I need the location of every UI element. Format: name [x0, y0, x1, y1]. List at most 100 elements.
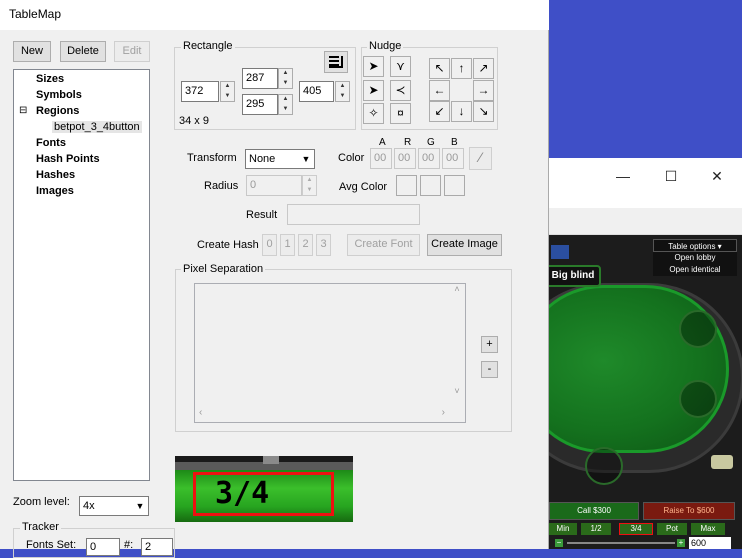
channel-a-label: A — [379, 137, 386, 148]
shrink-all-button[interactable]: ¤ — [390, 103, 411, 124]
radius-label: Radius — [204, 180, 239, 192]
expand-all-button[interactable]: ✧ — [363, 103, 384, 124]
eyedropper-icon[interactable]: ⁄ — [469, 147, 492, 170]
pixel-sep-minus-button[interactable]: - — [481, 361, 498, 378]
rect-right-field[interactable]: 405 — [299, 81, 334, 102]
nudge-down-button[interactable]: ↓ — [451, 101, 472, 122]
open-identical-link[interactable]: Open identical — [653, 264, 737, 276]
create-hash-0-button[interactable]: 0 — [262, 234, 277, 256]
radius-field[interactable]: 0 — [246, 175, 302, 196]
call-button[interactable]: Call $300 — [549, 502, 639, 520]
rectangle-label: Rectangle — [181, 40, 235, 52]
tree-item-images[interactable]: Images — [36, 185, 74, 197]
horizontal-scrollbar[interactable]: ‹ › — [195, 406, 449, 422]
tree-item-regions[interactable]: Regions — [36, 105, 79, 117]
delete-button[interactable]: Delete — [60, 41, 106, 62]
edit-button[interactable]: Edit — [114, 41, 150, 62]
grab-rect-button[interactable] — [324, 51, 348, 73]
seat[interactable] — [679, 310, 717, 348]
create-font-button[interactable]: Create Font — [347, 234, 420, 256]
expand-up-button[interactable]: ➤ — [363, 56, 384, 77]
bet-max-button[interactable]: Max — [691, 523, 725, 535]
shrink-left-button[interactable]: ≺ — [390, 80, 411, 101]
tree-item-sizes[interactable]: Sizes — [36, 73, 64, 85]
raise-button[interactable]: Raise To $600 — [643, 502, 735, 520]
nudge-right-button[interactable]: → — [473, 80, 494, 101]
bet-slider[interactable] — [567, 542, 675, 544]
rect-top-field[interactable]: 287 — [242, 68, 278, 89]
tree-item-fonts[interactable]: Fonts — [36, 137, 66, 149]
expand-right-button[interactable]: ➤ — [363, 80, 384, 101]
increase-icon[interactable]: + — [677, 539, 685, 547]
new-button[interactable]: New — [13, 41, 51, 62]
seat[interactable] — [679, 380, 717, 418]
transform-label: Transform — [187, 152, 237, 164]
chevron-right-icon: › — [441, 407, 445, 418]
bet-pot-button[interactable]: Pot — [657, 523, 687, 535]
create-hash-1-button[interactable]: 1 — [280, 234, 295, 256]
radius-spinner[interactable]: ▲ ▼ — [302, 175, 317, 196]
minimize-button[interactable]: — — [611, 166, 635, 186]
zoom-preview: 3/4 — [175, 456, 353, 522]
nudge-down-left-button[interactable]: ↙ — [429, 101, 450, 122]
vertical-scrollbar[interactable]: ˄ ˅ — [449, 284, 465, 406]
color-r-field[interactable]: 00 — [394, 148, 416, 169]
transform-value: None — [249, 153, 276, 165]
avg-color-swatch — [444, 175, 465, 196]
collapse-icon[interactable]: ⊟ — [19, 105, 27, 116]
chevron-up-icon: ˄ — [454, 284, 460, 294]
rect-top-spinner[interactable]: ▲ ▼ — [278, 68, 293, 89]
region-tree[interactable]: Sizes Symbols ⊟ Regions betpot_3_4button… — [13, 69, 150, 481]
seat[interactable] — [585, 447, 623, 485]
chevron-down-icon: ▼ — [301, 154, 311, 164]
rect-left-spinner[interactable]: ▲ ▼ — [220, 81, 235, 102]
maximize-button[interactable]: ☐ — [659, 166, 683, 186]
channel-b-label: B — [451, 137, 458, 148]
bet-half-button[interactable]: 1/2 — [581, 523, 611, 535]
title-bar: TableMap — [0, 0, 549, 30]
rect-bottom-field[interactable]: 295 — [242, 94, 278, 115]
rect-size-text: 34 x 9 — [179, 115, 209, 127]
nudge-down-right-button[interactable]: ↘ — [473, 101, 494, 122]
pixel-separation-box[interactable]: ˄ ˅ ‹ › — [194, 283, 466, 423]
transform-select[interactable]: None ▼ — [245, 149, 315, 169]
create-image-button[interactable]: Create Image — [427, 234, 502, 256]
open-lobby-link[interactable]: Open lobby — [653, 252, 737, 264]
color-g-field[interactable]: 00 — [418, 148, 440, 169]
chevron-left-icon: ‹ — [199, 407, 203, 418]
pixel-sep-plus-button[interactable]: + — [481, 336, 498, 353]
close-button[interactable]: ✕ — [705, 166, 729, 186]
nudge-up-left-button[interactable]: ↖ — [429, 58, 450, 79]
zoom-select[interactable]: 4x ▼ — [79, 496, 149, 516]
decrease-icon[interactable]: − — [555, 539, 563, 547]
avg-color-swatch — [396, 175, 417, 196]
tree-item-hash-points[interactable]: Hash Points — [36, 153, 100, 165]
nudge-left-button[interactable]: ← — [429, 80, 450, 101]
nudge-up-right-button[interactable]: ↗ — [473, 58, 494, 79]
preview-text: 3/4 — [215, 476, 270, 511]
tracker-label: Tracker — [20, 521, 61, 533]
bet-amount-input[interactable]: 600 — [689, 537, 731, 549]
bet-min-button[interactable]: Min — [549, 523, 577, 535]
poker-menu-band — [549, 208, 742, 235]
rect-bottom-spinner[interactable]: ▲ ▼ — [278, 94, 293, 115]
logo-icon — [551, 245, 569, 259]
create-hash-3-button[interactable]: 3 — [316, 234, 331, 256]
bet-three-quarter-button[interactable]: 3/4 — [619, 523, 653, 535]
color-b-field[interactable]: 00 — [442, 148, 464, 169]
rect-right-spinner[interactable]: ▲ ▼ — [335, 81, 350, 102]
tree-item-selected-region[interactable]: betpot_3_4button — [52, 121, 142, 133]
rect-left-field[interactable]: 372 — [181, 81, 219, 102]
create-hash-2-button[interactable]: 2 — [298, 234, 313, 256]
tree-item-hashes[interactable]: Hashes — [36, 169, 75, 181]
table-options-button[interactable]: Table options ▾ — [653, 239, 737, 252]
nudge-up-button[interactable]: ↑ — [451, 58, 472, 79]
fonts-set-select[interactable]: 0 — [86, 538, 120, 556]
grab-icon — [329, 56, 343, 68]
nudge-label: Nudge — [367, 40, 404, 52]
color-a-field[interactable]: 00 — [370, 148, 392, 169]
shrink-up-button[interactable]: ⋎ — [390, 56, 411, 77]
big-blind-badge: Big blind — [549, 265, 601, 287]
tree-item-symbols[interactable]: Symbols — [36, 89, 82, 101]
num-select[interactable]: 2 — [141, 538, 173, 556]
